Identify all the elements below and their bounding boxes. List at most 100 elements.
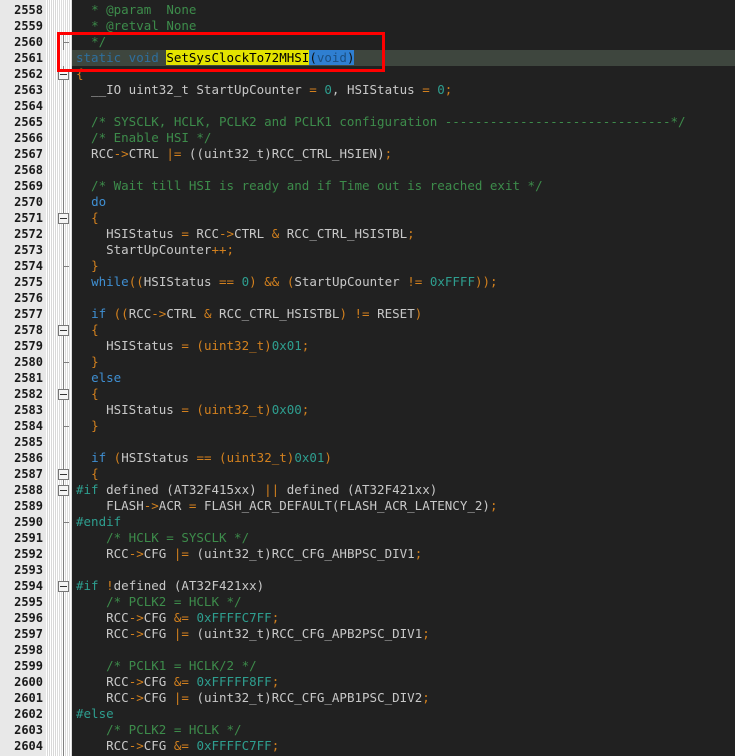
code-folding-margin[interactable] [56,0,72,756]
code-line[interactable]: __IO uint32_t StartUpCounter = 0, HSISta… [72,82,735,98]
code-token: &= [173,738,189,753]
code-line[interactable] [72,562,735,578]
code-line[interactable]: else [72,370,735,386]
code-line[interactable]: } [72,258,735,274]
fold-toggle-icon[interactable] [56,210,72,226]
code-line-current[interactable]: static void SetSysClockTo72MHSI(void) [72,50,735,66]
line-number: 2566 [14,131,43,145]
code-token: defined (AT32F415xx) [98,482,265,497]
code-line[interactable]: do [72,194,735,210]
fold-toggle-icon[interactable] [56,578,72,594]
code-line[interactable] [72,642,735,658]
code-line[interactable]: */ [72,34,735,50]
code-token: ACR [158,498,189,513]
code-line[interactable]: RCC->CFG &= 0xFFFFF8FF; [72,674,735,690]
code-line[interactable]: #else [72,706,735,722]
line-number: 2576 [14,291,43,305]
code-token: -> [128,738,144,753]
code-text-area[interactable]: * @param None * @retval None */static vo… [72,0,735,756]
code-line[interactable]: HSIStatus = (uint32_t)0x00; [72,402,735,418]
code-line[interactable]: { [72,466,735,482]
code-line[interactable]: RCC->CFG &= 0xFFFFC7FF; [72,610,735,626]
code-line[interactable]: RCC->CFG &= 0xFFFFC7FF; [72,738,735,754]
code-token: ((uint32_t)RCC_CTRL_HSIEN) [181,146,385,161]
code-line[interactable]: while((HSIStatus == 0) && (StartUpCounte… [72,274,735,290]
code-line[interactable]: /* Wait till HSI is ready and if Time ou… [72,178,735,194]
line-number: 2590 [14,515,43,529]
code-token: SetSysClockTo72MHSI [166,50,310,65]
code-line[interactable]: #if defined (AT32F415xx) || defined (AT3… [72,482,735,498]
code-line[interactable] [72,290,735,306]
fold-guide-line [56,530,72,546]
code-line[interactable]: } [72,418,735,434]
line-number: 2596 [14,611,43,625]
code-line[interactable]: { [72,66,735,82]
line-number: 2574 [14,259,43,273]
line-number: 2597 [14,627,43,641]
collapse-minus-icon[interactable] [58,69,69,80]
code-line[interactable] [72,434,735,450]
collapse-minus-icon[interactable] [58,389,69,400]
collapse-minus-icon[interactable] [58,213,69,224]
code-token: } [91,354,99,369]
fold-guide-line [56,306,72,322]
code-line[interactable]: /* PCLK2 = HCLK */ [72,722,735,738]
code-line[interactable]: RCC->CTRL |= ((uint32_t)RCC_CTRL_HSIEN); [72,146,735,162]
code-line[interactable] [72,98,735,114]
code-line[interactable]: #if !defined (AT32F421xx) [72,578,735,594]
line-number-gutter[interactable]: 2558 2559 2560 2561 2562 2563 2564 2565 2566 2567… [0,0,46,756]
code-token: RCC [76,146,114,161]
code-line[interactable] [72,162,735,178]
code-line[interactable]: #endif [72,514,735,530]
code-line[interactable]: { [72,322,735,338]
line-number: 2588 [14,483,43,497]
fold-toggle-icon[interactable] [56,66,72,82]
code-token: ) [249,274,257,289]
code-line[interactable]: FLASH->ACR = FLASH_ACR_DEFAULT(FLASH_ACR… [72,498,735,514]
collapse-minus-icon[interactable] [58,485,69,496]
code-line[interactable]: /* SYSCLK, HCLK, PCLK2 and PCLK1 configu… [72,114,735,130]
fold-toggle-icon[interactable] [56,386,72,402]
code-line[interactable]: { [72,386,735,402]
code-line[interactable]: RCC->CFG |= (uint32_t)RCC_CFG_AHBPSC_DIV… [72,546,735,562]
code-line[interactable]: if (HSIStatus == (uint32_t)0x01) [72,450,735,466]
code-token: ! [106,578,114,593]
code-line[interactable]: if ((RCC->CTRL & RCC_CTRL_HSISTBL) != RE… [72,306,735,322]
code-line[interactable]: /* HCLK = SYSCLK */ [72,530,735,546]
line-number: 2573 [14,243,43,257]
code-line[interactable]: HSIStatus = (uint32_t)0x01; [72,338,735,354]
code-line[interactable]: /* PCLK1 = HCLK/2 */ [72,658,735,674]
line-number: 2581 [14,371,43,385]
code-editor[interactable]: 2558 2559 2560 2561 2562 2563 2564 2565 2566 2567… [0,0,735,756]
fold-guide-line [56,146,72,162]
fold-guide-line [56,98,72,114]
code-line[interactable]: * @retval None [72,18,735,34]
line-number: 2568 [14,163,43,177]
line-number: 2604 [14,739,43,753]
fold-toggle-icon[interactable] [56,482,72,498]
collapse-minus-icon[interactable] [58,325,69,336]
code-token: /* PCLK2 = HCLK */ [76,722,242,737]
code-token: ; [271,610,280,625]
fold-guide-line [56,242,72,258]
collapse-minus-icon[interactable] [58,469,69,480]
code-token: #if [76,482,99,497]
collapse-minus-icon[interactable] [58,581,69,592]
code-line[interactable]: /* PCLK2 = HCLK */ [72,594,735,610]
fold-toggle-icon[interactable] [56,466,72,482]
code-line[interactable]: HSIStatus = RCC->CTRL & RCC_CTRL_HSISTBL… [72,226,735,242]
code-line[interactable]: StartUpCounter++; [72,242,735,258]
code-line[interactable]: { [72,210,735,226]
code-line[interactable]: * @param None [72,2,735,18]
code-line[interactable]: /* Enable HSI */ [72,130,735,146]
code-line[interactable]: RCC->CFG |= (uint32_t)RCC_CFG_APB1PSC_DI… [72,690,735,706]
code-token: -> [151,306,167,321]
fold-guide-line [56,194,72,210]
code-line[interactable]: RCC->CFG |= (uint32_t)RCC_CFG_APB2PSC_DI… [72,626,735,642]
gutter-separator-strip [46,0,56,756]
fold-toggle-icon[interactable] [56,322,72,338]
code-line[interactable]: } [72,354,735,370]
